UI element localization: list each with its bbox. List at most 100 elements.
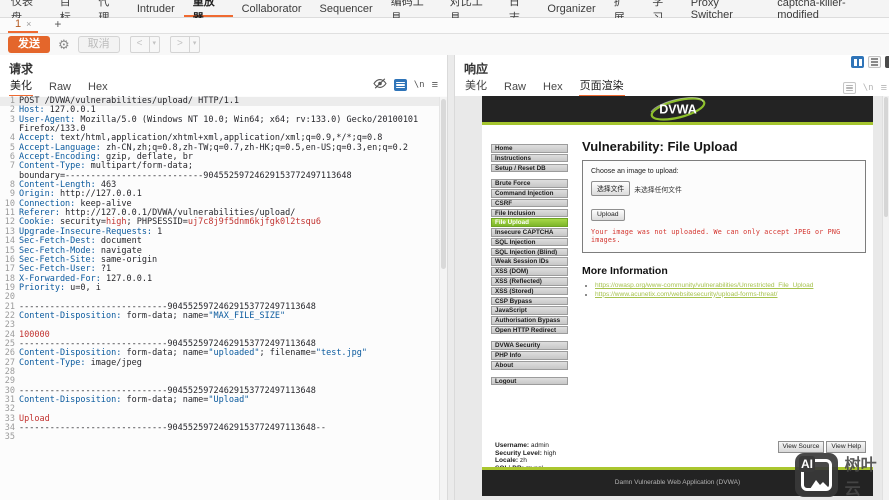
next-request-group: > ▾ xyxy=(170,36,200,53)
sidebar-item[interactable]: DVWA Security xyxy=(491,341,568,350)
request-panel-title: 请求 xyxy=(0,55,447,78)
sidebar-item[interactable]: Authorisation Bypass xyxy=(491,316,568,325)
newline-toggle-icon[interactable]: \n xyxy=(414,80,425,90)
sidebar-item[interactable]: About xyxy=(491,361,568,370)
menubar-item[interactable]: 扩展 xyxy=(605,0,644,17)
request-line: 23 xyxy=(0,321,447,330)
columns-layout-icon[interactable] xyxy=(851,56,864,68)
menubar-item[interactable]: Collaborator xyxy=(233,0,311,17)
sidebar-item[interactable]: Insecure CAPTCHA xyxy=(491,228,568,237)
sidebar-item[interactable]: SQL Injection xyxy=(491,238,568,247)
menubar-item[interactable]: 代理 xyxy=(89,0,128,17)
tabs-layout-icon[interactable] xyxy=(885,56,889,68)
sidebar-item[interactable]: File Inclusion xyxy=(491,209,568,218)
line-text: Content-Disposition: form-data; name="MA… xyxy=(19,312,285,321)
sidebar-item[interactable]: CSRF xyxy=(491,199,568,208)
view-tab[interactable]: Hex xyxy=(87,81,109,97)
menubar-item[interactable]: 目标 xyxy=(51,0,90,17)
next-request-button[interactable]: > xyxy=(170,36,190,53)
menubar-item[interactable]: Sequencer xyxy=(311,0,382,17)
list-item: https://owasp.org/www-community/vulnerab… xyxy=(595,282,866,291)
repeater-tab-label: 1 xyxy=(15,18,21,30)
watermark-logo-icon: AI xyxy=(795,453,838,497)
sidebar-item[interactable]: Weak Session IDs xyxy=(491,257,568,266)
view-tab[interactable]: 页面渲染 xyxy=(579,77,625,97)
send-button[interactable]: 发送 xyxy=(8,36,50,53)
sidebar-item[interactable]: XSS (Stored) xyxy=(491,287,568,296)
upload-button[interactable]: Upload xyxy=(591,209,625,221)
sidebar-item[interactable]: XSS (Reflected) xyxy=(491,277,568,286)
footer-text: Damn Vulnerable Web Application (DVWA) xyxy=(615,479,740,486)
editor-menu-icon[interactable]: ≡ xyxy=(881,83,887,93)
sidebar-item[interactable]: Command Injection xyxy=(491,189,568,198)
add-tab-button[interactable]: + xyxy=(50,17,65,33)
repeater-tab-1[interactable]: 1 × xyxy=(8,18,38,33)
view-tab[interactable]: 美化 xyxy=(9,77,33,97)
sidebar-item[interactable]: Setup / Reset DB xyxy=(491,164,568,173)
next-dropdown-icon[interactable]: ▾ xyxy=(190,36,201,53)
layout-toggle-icons xyxy=(851,56,889,68)
menubar-item[interactable]: 仪表盘 xyxy=(2,0,51,17)
status-row: Locale: zh xyxy=(495,457,556,465)
panel-splitter[interactable] xyxy=(447,55,455,500)
cancel-button[interactable]: 取消 xyxy=(78,36,120,53)
external-link[interactable]: https://www.acunetix.com/websitesecurity… xyxy=(595,291,778,298)
sidebar-item[interactable]: Logout xyxy=(491,377,568,386)
editor-menu-icon[interactable]: ≡ xyxy=(432,80,438,90)
menubar-item[interactable]: 重放器 xyxy=(184,0,233,17)
prev-dropdown-icon[interactable]: ▾ xyxy=(150,36,161,53)
tab-close-icon[interactable]: × xyxy=(26,20,31,29)
upload-button-row: Upload xyxy=(591,203,857,221)
request-subtabs: 美化 Raw Hex \n ≡ xyxy=(0,78,447,98)
request-scrollbar[interactable] xyxy=(439,97,447,500)
sidebar-item[interactable]: XSS (DOM) xyxy=(491,267,568,276)
rows-layout-icon[interactable] xyxy=(868,56,881,68)
view-tab[interactable]: 美化 xyxy=(464,77,488,97)
request-line: 28 xyxy=(0,368,447,377)
view-tab[interactable]: Raw xyxy=(48,81,72,97)
page-title: Vulnerability: File Upload xyxy=(582,140,866,154)
pretty-print-icon[interactable] xyxy=(394,79,407,91)
sidebar-item[interactable]: SQL Injection (Blind) xyxy=(491,248,568,257)
upload-error-message: Your image was not uploaded. We can only… xyxy=(591,228,857,244)
watermark-brand: 树叶云 xyxy=(845,451,889,499)
response-scrollbar[interactable] xyxy=(882,96,889,500)
view-tab[interactable]: Raw xyxy=(503,81,527,97)
sidebar-item[interactable]: Brute Force xyxy=(491,179,568,188)
pretty-print-icon[interactable] xyxy=(843,82,856,94)
upload-prompt: Choose an image to upload: xyxy=(591,168,857,175)
menubar-item[interactable]: Intruder xyxy=(128,0,184,17)
sidebar-item[interactable]: Instructions xyxy=(491,154,568,163)
hide-eye-icon[interactable] xyxy=(373,76,387,94)
menubar-item[interactable]: Proxy Switcher xyxy=(682,0,768,17)
menubar-item[interactable]: 编码工具 xyxy=(382,0,441,17)
sidebar-item[interactable]: PHP Info xyxy=(491,351,568,360)
menubar: 仪表盘目标代理Intruder重放器CollaboratorSequencer编… xyxy=(0,0,889,18)
menubar-item[interactable]: captcha-killer-modified xyxy=(768,0,889,17)
external-link[interactable]: https://owasp.org/www-community/vulnerab… xyxy=(595,282,813,289)
prev-request-button[interactable]: < xyxy=(130,36,150,53)
menubar-item[interactable]: 学习 xyxy=(643,0,682,17)
gear-icon[interactable]: ⚙ xyxy=(56,38,72,52)
sidebar-item[interactable]: JavaScript xyxy=(491,306,568,315)
response-subtabs: 美化 Raw Hex 页面渲染 \n ≡ xyxy=(455,78,889,98)
request-editor[interactable]: 1POST /DVWA/vulnerabilities/upload/ HTTP… xyxy=(0,96,447,500)
newline-toggle-icon[interactable]: \n xyxy=(863,83,874,93)
line-text: Content-Type: image/jpeg xyxy=(19,359,142,368)
menubar-item[interactable]: 日志 xyxy=(500,0,539,17)
line-number: 35 xyxy=(0,433,19,442)
file-input-row: 选择文件 未选择任何文件 xyxy=(591,181,857,196)
sidebar-item[interactable]: File Upload xyxy=(491,218,568,227)
sidebar-item[interactable]: CSP Bypass xyxy=(491,297,568,306)
line-text: Priority: u=0, i xyxy=(19,284,101,293)
sidebar-item[interactable]: Open HTTP Redirect xyxy=(491,326,568,335)
request-line: 34-----------------------------904552597… xyxy=(0,424,447,433)
menubar-item[interactable]: 对比工具 xyxy=(441,0,500,17)
line-text: -----------------------------90455259724… xyxy=(19,424,326,433)
more-info-heading: More Information xyxy=(582,265,866,277)
view-tab[interactable]: Hex xyxy=(542,81,564,97)
menubar-item[interactable]: Organizer xyxy=(538,0,604,17)
choose-file-button[interactable]: 选择文件 xyxy=(591,181,630,196)
more-info-links: https://owasp.org/www-community/vulnerab… xyxy=(582,282,866,299)
sidebar-item[interactable]: Home xyxy=(491,144,568,153)
